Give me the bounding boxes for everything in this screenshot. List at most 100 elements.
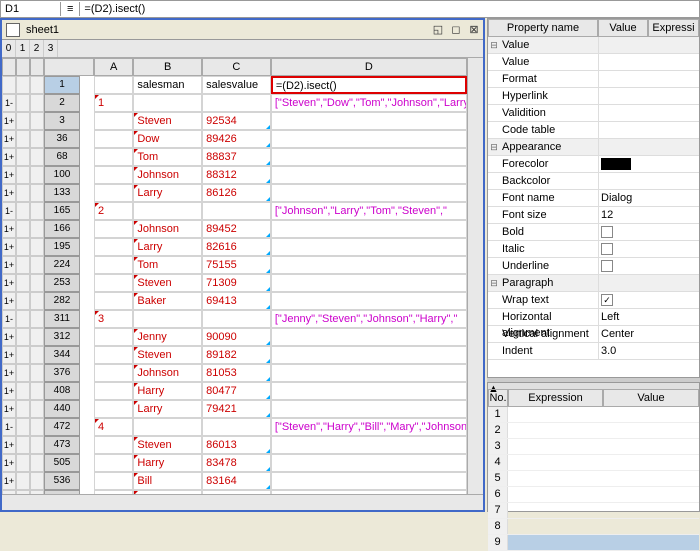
tree-toggle-icon[interactable] bbox=[488, 241, 500, 257]
cell[interactable] bbox=[202, 94, 271, 112]
cell[interactable] bbox=[271, 436, 467, 454]
cell[interactable] bbox=[133, 94, 202, 112]
cell[interactable] bbox=[94, 256, 133, 274]
cell[interactable]: Johnson bbox=[133, 364, 202, 382]
row-header[interactable]: 376 bbox=[44, 364, 80, 382]
property-row[interactable]: Format bbox=[488, 71, 699, 88]
checkbox[interactable] bbox=[601, 294, 613, 306]
tree-toggle-icon[interactable] bbox=[488, 156, 500, 172]
tree-toggle-icon[interactable] bbox=[488, 207, 500, 223]
cell[interactable]: Johnson bbox=[133, 220, 202, 238]
cell-d1-highlighted[interactable]: =(D2).isect() bbox=[271, 76, 467, 94]
maximize-icon[interactable]: ◻ bbox=[449, 23, 463, 37]
property-row[interactable]: ⊟Value bbox=[488, 37, 699, 54]
tree-toggle-icon[interactable] bbox=[488, 54, 500, 70]
cell[interactable]: Baker bbox=[133, 292, 202, 310]
cell[interactable]: Larry bbox=[133, 184, 202, 202]
cell[interactable]: 88312 bbox=[202, 166, 271, 184]
property-row[interactable]: Vertical alignmentCenter bbox=[488, 326, 699, 343]
cell[interactable]: ["Jenny","Steven","Johnson","Harry"," bbox=[271, 310, 467, 328]
cell[interactable] bbox=[271, 382, 467, 400]
expression-row[interactable]: 1 bbox=[488, 407, 699, 423]
outline-toggle[interactable]: 1+ bbox=[2, 454, 16, 472]
prop-head-name[interactable]: Property name bbox=[488, 19, 598, 37]
cell[interactable]: Harry bbox=[133, 382, 202, 400]
cell[interactable] bbox=[202, 418, 271, 436]
restore-icon[interactable]: ◱ bbox=[431, 23, 445, 37]
row-header[interactable]: 100 bbox=[44, 166, 80, 184]
cell[interactable]: 83082 bbox=[202, 490, 271, 494]
property-row[interactable]: Backcolor bbox=[488, 173, 699, 190]
cell[interactable] bbox=[133, 418, 202, 436]
row-header[interactable]: 165 bbox=[44, 202, 80, 220]
prop-head-value[interactable]: Value bbox=[598, 19, 648, 37]
cell[interactable]: 81053 bbox=[202, 364, 271, 382]
outline-toggle[interactable]: 1+ bbox=[2, 238, 16, 256]
tree-toggle-icon[interactable] bbox=[488, 343, 500, 359]
outline-toggle[interactable]: 1- bbox=[2, 94, 16, 112]
cell[interactable]: 89182 bbox=[202, 346, 271, 364]
cell[interactable] bbox=[94, 274, 133, 292]
cell[interactable]: ["Steven","Dow","Tom","Johnson","Larry"] bbox=[271, 94, 467, 112]
cell[interactable]: Bill bbox=[133, 472, 202, 490]
expr-head-expression[interactable]: Expression bbox=[508, 389, 603, 407]
row-header[interactable]: 253 bbox=[44, 274, 80, 292]
cell[interactable] bbox=[202, 202, 271, 220]
cell[interactable]: Harry bbox=[133, 454, 202, 472]
tree-toggle-icon[interactable] bbox=[488, 224, 500, 240]
cell[interactable] bbox=[94, 346, 133, 364]
formula-input[interactable]: =(D2).isect() bbox=[80, 2, 699, 16]
row-header[interactable]: 311 bbox=[44, 310, 80, 328]
cell[interactable]: 90090 bbox=[202, 328, 271, 346]
cell[interactable]: Tom bbox=[133, 256, 202, 274]
outline-toggle[interactable]: 1- bbox=[2, 310, 16, 328]
row-header-corner[interactable] bbox=[44, 58, 94, 76]
tree-toggle-icon[interactable] bbox=[488, 71, 500, 87]
outline-2[interactable]: 2 bbox=[30, 40, 44, 57]
cell[interactable] bbox=[94, 364, 133, 382]
prop-head-expr[interactable]: Expressi bbox=[648, 19, 699, 37]
cell[interactable]: 89452 bbox=[202, 220, 271, 238]
expression-row[interactable]: 8 bbox=[488, 519, 699, 535]
row-header[interactable]: 133 bbox=[44, 184, 80, 202]
expr-head-value[interactable]: Value bbox=[603, 389, 699, 407]
property-row[interactable]: Value bbox=[488, 54, 699, 71]
property-row[interactable]: Forecolor bbox=[488, 156, 699, 173]
cell[interactable] bbox=[271, 328, 467, 346]
row-header[interactable]: 195 bbox=[44, 238, 80, 256]
row-header[interactable]: 440 bbox=[44, 400, 80, 418]
cell[interactable]: Larry bbox=[133, 238, 202, 256]
close-icon[interactable]: ⊠ bbox=[467, 23, 481, 37]
outline-toggle[interactable]: 1+ bbox=[2, 274, 16, 292]
cell[interactable]: 82616 bbox=[202, 238, 271, 256]
tree-toggle-icon[interactable] bbox=[488, 122, 500, 138]
cell[interactable] bbox=[94, 148, 133, 166]
cell[interactable] bbox=[271, 148, 467, 166]
tree-toggle-icon[interactable] bbox=[488, 326, 500, 342]
cell[interactable] bbox=[94, 76, 133, 94]
cell[interactable]: 83478 bbox=[202, 454, 271, 472]
cell[interactable] bbox=[271, 346, 467, 364]
expression-row[interactable]: 2 bbox=[488, 423, 699, 439]
property-row[interactable]: Bold bbox=[488, 224, 699, 241]
row-header[interactable]: 282 bbox=[44, 292, 80, 310]
cell[interactable] bbox=[133, 310, 202, 328]
cell[interactable]: ["Steven","Harry","Bill","Mary","Johnson… bbox=[271, 418, 467, 436]
tree-toggle-icon[interactable] bbox=[488, 292, 500, 308]
cell[interactable] bbox=[271, 184, 467, 202]
outline-toggle[interactable]: 1+ bbox=[2, 472, 16, 490]
expression-row[interactable]: 5 bbox=[488, 471, 699, 487]
outline-toggle[interactable]: 1+ bbox=[2, 292, 16, 310]
cell[interactable]: Johnson bbox=[133, 166, 202, 184]
expression-row[interactable]: 3 bbox=[488, 439, 699, 455]
property-row[interactable]: Underline bbox=[488, 258, 699, 275]
cell[interactable] bbox=[271, 490, 467, 494]
property-row[interactable]: Font size12 bbox=[488, 207, 699, 224]
cell[interactable]: 89426 bbox=[202, 130, 271, 148]
cell[interactable]: 86013 bbox=[202, 436, 271, 454]
cell[interactable]: 1 bbox=[94, 94, 133, 112]
cell-reference[interactable]: D1 bbox=[1, 2, 61, 16]
cell[interactable] bbox=[94, 166, 133, 184]
checkbox[interactable] bbox=[601, 260, 613, 272]
row-header[interactable]: 472 bbox=[44, 418, 80, 436]
